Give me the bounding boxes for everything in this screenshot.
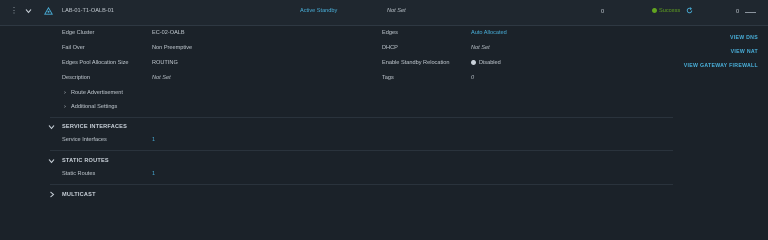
collapse-chevron-icon[interactable]: [25, 8, 32, 14]
multicast-expand[interactable]: [49, 191, 55, 198]
label-service-interfaces: Service Interfaces: [62, 137, 107, 143]
ha-mode: Active Standby: [300, 8, 338, 14]
divider: [50, 150, 673, 151]
value-edges[interactable]: Auto Allocated: [471, 29, 507, 37]
route-advertisement-expander[interactable]: › Route Advertisement: [64, 89, 123, 97]
additional-settings-expander[interactable]: › Additional Settings: [64, 103, 117, 111]
label-description: Description: [62, 75, 90, 81]
service-interfaces-collapse[interactable]: [48, 124, 55, 130]
label-dhcp: DHCP: [382, 45, 398, 51]
alarm-bar: [745, 12, 756, 13]
status-badge: Success: [652, 7, 680, 15]
route-advertisement-label: Route Advertisement: [71, 90, 123, 96]
service-interfaces-title: SERVICE INTERFACES: [62, 124, 128, 130]
gateway-panel: ⋮ LAB-01-T1-OALB-01 Active Standby Not S…: [0, 0, 768, 207]
divider: [50, 184, 673, 185]
status-dot-icon: [652, 8, 657, 14]
multicast-title: MULTICAST: [62, 192, 96, 198]
static-routes-collapse[interactable]: [48, 158, 55, 164]
divider: [50, 117, 673, 118]
status-text: Success: [659, 8, 681, 14]
value-standby-relocation: Disabled: [479, 60, 501, 66]
more-options-icon[interactable]: ⋮: [10, 7, 18, 15]
label-tags: Tags: [382, 75, 394, 81]
label-edge-cluster: Edge Cluster: [62, 30, 95, 36]
value-tags[interactable]: 0: [471, 74, 474, 82]
chevron-right-icon: ›: [64, 104, 66, 110]
value-service-interfaces[interactable]: 1: [152, 136, 155, 144]
refresh-icon[interactable]: [686, 7, 693, 14]
view-gateway-firewall-link[interactable]: VIEW GATEWAY FIREWALL: [684, 62, 758, 70]
gateway-name[interactable]: LAB-01-T1-OALB-01: [62, 7, 114, 15]
label-fail-over: Fail Over: [62, 45, 85, 51]
value-edges-pool-size: ROUTING: [152, 60, 178, 66]
value-dhcp: Not Set: [471, 45, 490, 51]
failover-state: Not Set: [387, 8, 406, 14]
view-nat-link[interactable]: VIEW NAT: [731, 48, 758, 56]
static-routes-title: STATIC ROUTES: [62, 158, 109, 164]
disabled-dot-icon: [471, 60, 476, 66]
chevron-right-icon: ›: [64, 90, 66, 96]
label-standby-relocation: Enable Standby Relocation: [382, 60, 450, 66]
additional-settings-label: Additional Settings: [71, 104, 118, 110]
standby-relocation-toggle[interactable]: Disabled: [471, 59, 501, 67]
label-static-routes: Static Routes: [62, 171, 96, 177]
value-description: Not Set: [152, 75, 171, 81]
alarm-count: 0: [736, 9, 740, 15]
value-fail-over: Non Preemptive: [152, 45, 193, 51]
gateway-count: 0: [601, 9, 605, 15]
label-edges-pool-size: Edges Pool Allocation Size: [62, 60, 129, 66]
label-edges: Edges: [382, 30, 398, 36]
value-edge-cluster: EC-02-OALB: [152, 30, 185, 36]
view-dns-link[interactable]: VIEW DNS: [730, 34, 758, 42]
tier1-gateway-icon: [44, 7, 53, 15]
value-static-routes[interactable]: 1: [152, 170, 155, 178]
